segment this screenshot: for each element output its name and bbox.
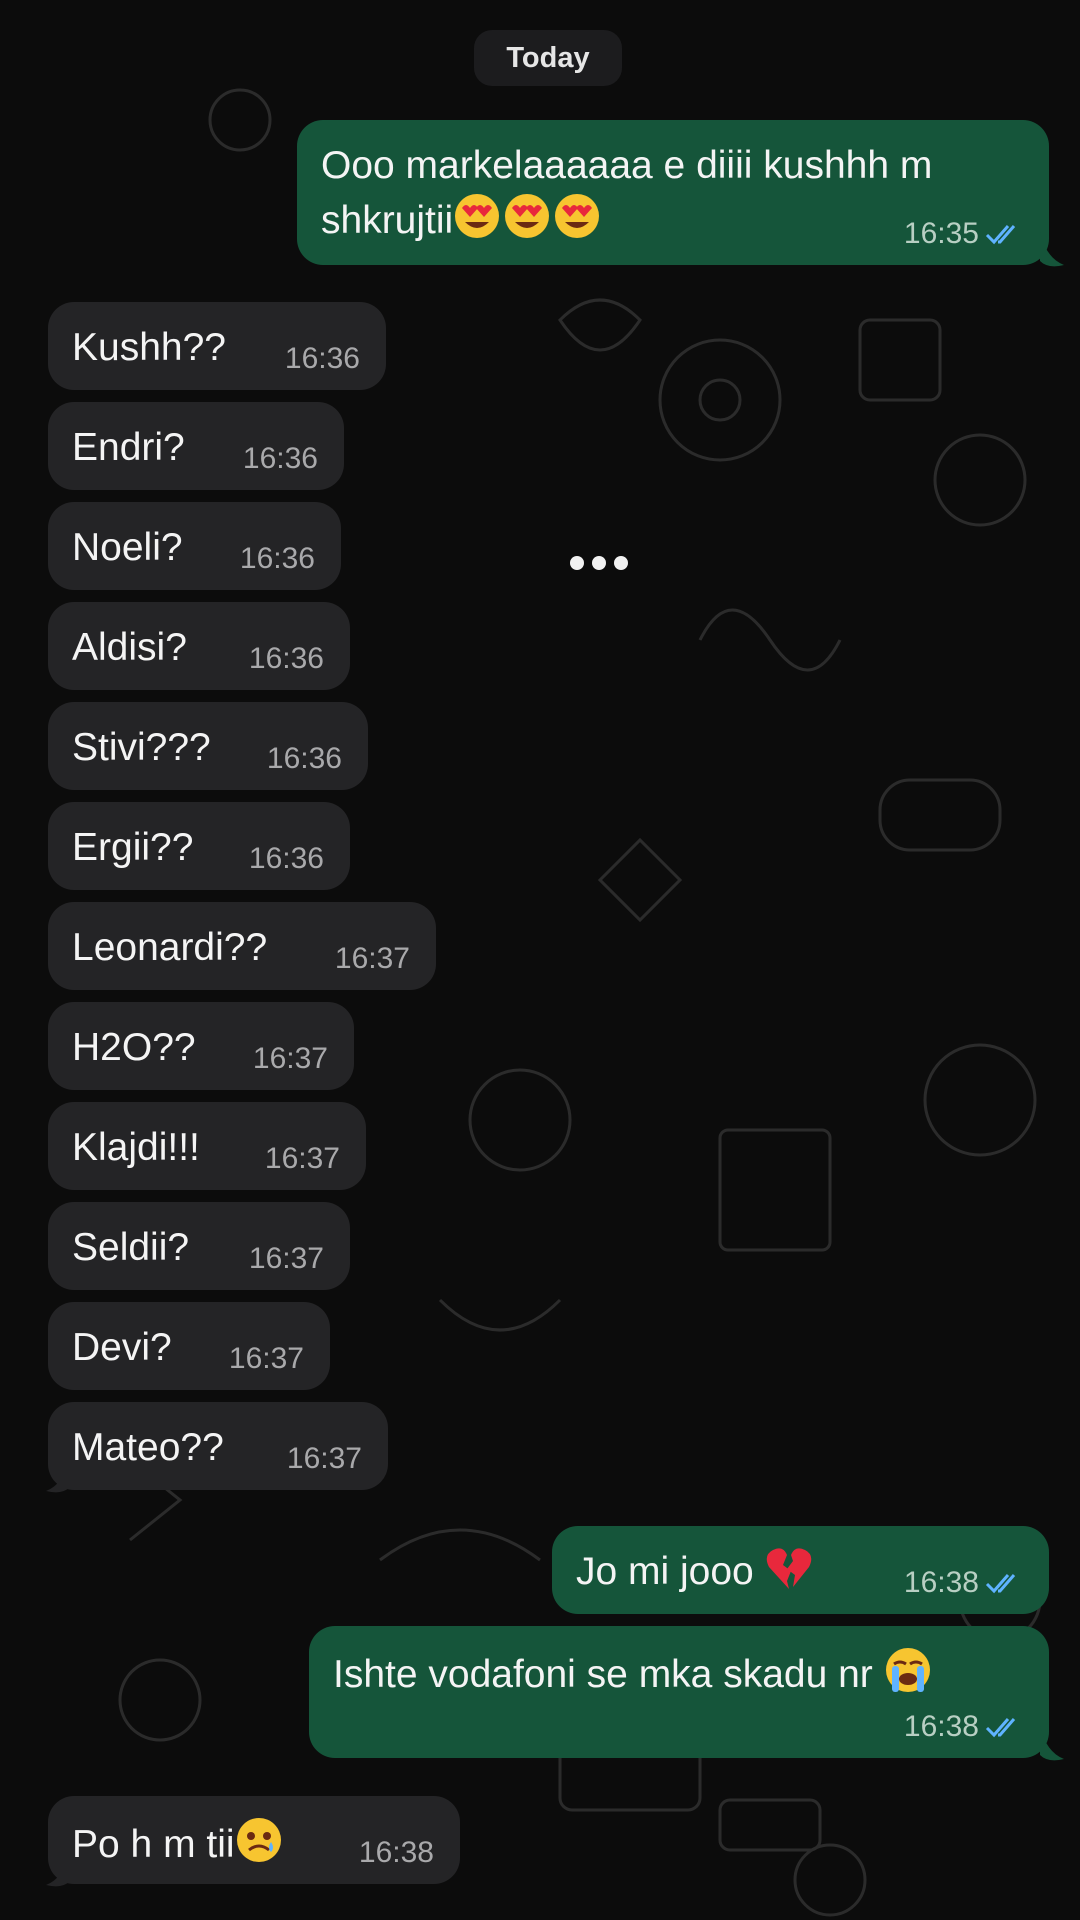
message-text: Jo mi jooo: [576, 1550, 754, 1593]
read-ticks-icon: [985, 1718, 1016, 1738]
message-text: H2O??: [72, 1026, 196, 1069]
message-text: Stivi???: [72, 726, 211, 769]
broken-heart-emoji-icon: [765, 1547, 813, 1605]
message-time: 16:37: [248, 1242, 324, 1275]
bubble-tail: [1040, 1726, 1064, 1761]
message-bubble-outgoing[interactable]: Jo mi jooo 16:38: [552, 1526, 1049, 1614]
message-list[interactable]: Today Ooo markelaaaaaa e diiii kushhh m …: [0, 0, 1080, 1920]
message-bubble-incoming[interactable]: Klajdi!!! 16:37: [48, 1102, 366, 1190]
message-bubble-incoming[interactable]: Aldisi? 16:36: [48, 602, 350, 690]
message-time: 16:36: [239, 542, 315, 575]
message-text: Endri?: [72, 426, 185, 469]
message-time: 16:37: [228, 1342, 304, 1375]
message-time: 16:36: [248, 642, 324, 675]
bubble-tail: [46, 1458, 70, 1493]
message-bubble-incoming[interactable]: Kushh?? 16:36: [48, 302, 386, 390]
message-time: 16:36: [266, 742, 342, 775]
message-bubble-incoming[interactable]: Po h m tii 16:38: [48, 1796, 460, 1884]
message-text: Kushh??: [72, 326, 226, 369]
message-bubble-outgoing[interactable]: Ishte vodafoni se mka skadu nr 16:38: [309, 1626, 1049, 1758]
message-time: 16:38: [903, 1566, 979, 1599]
message-time: 16:36: [248, 842, 324, 875]
message-time: 16:38: [358, 1836, 434, 1869]
message-text: Seldii?: [72, 1226, 190, 1269]
message-bubble-incoming[interactable]: Ergii?? 16:36: [48, 802, 350, 890]
loudly-crying-face-emoji-icon: [884, 1646, 932, 1708]
message-time: 16:36: [284, 342, 360, 375]
message-bubble-incoming[interactable]: Devi? 16:37: [48, 1302, 330, 1390]
message-time: 16:35: [903, 217, 979, 250]
message-bubble-outgoing[interactable]: Ooo markelaaaaaa e diiii kushhh m shkruj…: [297, 120, 1049, 265]
chat-screen: Today Ooo markelaaaaaa e diiii kushhh m …: [0, 0, 1080, 1920]
message-text: Noeli?: [72, 526, 183, 569]
face-holding-back-tears-emoji-icon: [235, 1816, 283, 1878]
message-time: 16:38: [903, 1710, 979, 1743]
date-divider: Today: [474, 30, 622, 86]
message-bubble-incoming[interactable]: Leonardi?? 16:37: [48, 902, 436, 990]
message-text: Ishte vodafoni se mka skadu nr: [333, 1653, 873, 1696]
bubble-tail: [1040, 232, 1064, 267]
bubble-tail: [46, 1852, 70, 1887]
typing-indicator-icon: [570, 556, 628, 570]
message-text: Klajdi!!!: [72, 1126, 200, 1169]
message-time: 16:37: [286, 1442, 362, 1475]
message-bubble-incoming[interactable]: Seldii? 16:37: [48, 1202, 350, 1290]
message-text: Leonardi??: [72, 926, 268, 969]
message-text: Mateo??: [72, 1426, 224, 1469]
message-text: Devi?: [72, 1326, 172, 1369]
read-ticks-icon: [985, 1574, 1016, 1594]
read-ticks-icon: [985, 225, 1016, 245]
message-time: 16:36: [242, 442, 318, 475]
message-text: Ergii??: [72, 826, 194, 869]
message-time: 16:37: [334, 942, 410, 975]
message-bubble-incoming[interactable]: Endri? 16:36: [48, 402, 344, 490]
message-bubble-incoming[interactable]: Stivi??? 16:36: [48, 702, 368, 790]
message-text: Aldisi?: [72, 626, 187, 669]
message-bubble-incoming[interactable]: Mateo?? 16:37: [48, 1402, 388, 1490]
message-bubble-incoming[interactable]: H2O?? 16:37: [48, 1002, 354, 1090]
message-time: 16:37: [264, 1142, 340, 1175]
heart-eyes-emoji-icon: [453, 192, 603, 254]
message-time: 16:37: [252, 1042, 328, 1075]
message-bubble-incoming[interactable]: Noeli? 16:36: [48, 502, 341, 590]
message-text: Ooo markelaaaaaa e diiii kushhh m shkruj…: [321, 144, 933, 242]
message-text: Po h m tii: [72, 1823, 235, 1866]
